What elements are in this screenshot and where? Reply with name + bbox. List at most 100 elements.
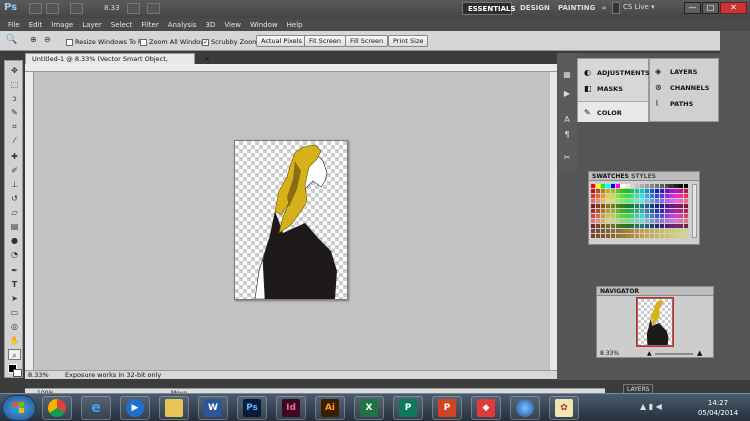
swatch[interactable]: [610, 199, 615, 204]
swatch[interactable]: [600, 214, 606, 219]
path-selection-tool-icon[interactable]: ➤: [8, 293, 21, 304]
maximize-button[interactable]: □: [702, 2, 719, 14]
swatch[interactable]: [600, 189, 606, 194]
swatch[interactable]: [620, 224, 625, 229]
swatch[interactable]: [649, 199, 655, 204]
swatch[interactable]: [644, 219, 650, 224]
swatch[interactable]: [674, 209, 679, 214]
swatch[interactable]: [630, 224, 635, 229]
scrubby-zoom-checkbox[interactable]: ✓ Scrubby Zoom: [202, 38, 258, 46]
swatch[interactable]: [659, 234, 664, 239]
swatch[interactable]: [669, 224, 674, 229]
swatch[interactable]: [615, 229, 620, 234]
swatch[interactable]: [654, 234, 659, 239]
swatch[interactable]: [610, 209, 615, 214]
swatch[interactable]: [669, 194, 674, 199]
taskbar-word[interactable]: W: [198, 396, 228, 420]
swatch[interactable]: [679, 229, 684, 234]
swatch[interactable]: [630, 209, 635, 214]
horizontal-ruler[interactable]: [25, 64, 557, 72]
swatch[interactable]: [635, 224, 640, 229]
swatch[interactable]: [605, 214, 610, 219]
swatch[interactable]: [649, 229, 655, 234]
swatch[interactable]: [625, 199, 630, 204]
swatch[interactable]: [630, 204, 635, 209]
swatch[interactable]: [630, 234, 635, 239]
swatch[interactable]: [595, 214, 601, 219]
swatch[interactable]: [595, 219, 601, 224]
healing-brush-tool-icon[interactable]: ✚: [8, 151, 21, 162]
arrange-documents-button[interactable]: [127, 3, 140, 14]
swatch[interactable]: [654, 209, 659, 214]
more-workspaces-icon[interactable]: »: [597, 2, 612, 15]
styles-tab[interactable]: STYLES: [631, 173, 656, 180]
swatch[interactable]: [625, 184, 630, 189]
swatch[interactable]: [640, 219, 645, 224]
swatch[interactable]: [669, 209, 674, 214]
swatch[interactable]: [649, 209, 655, 214]
swatch[interactable]: [684, 199, 689, 204]
taskbar-excel[interactable]: X: [354, 396, 384, 420]
swatch[interactable]: [591, 234, 596, 239]
history-panel-icon[interactable]: ▦: [560, 70, 574, 82]
swatch[interactable]: [659, 189, 664, 194]
print-size-button[interactable]: Print Size: [388, 35, 429, 47]
swatch[interactable]: [674, 234, 679, 239]
swatch[interactable]: [610, 194, 615, 199]
swatch[interactable]: [644, 209, 650, 214]
swatch[interactable]: [664, 189, 669, 194]
swatch[interactable]: [620, 184, 625, 189]
volume-icon[interactable]: ◀: [656, 402, 662, 411]
swatch[interactable]: [615, 209, 620, 214]
channels-tab[interactable]: CHANNELS: [670, 84, 709, 92]
taskbar-paint[interactable]: ✿: [549, 396, 579, 420]
swatch[interactable]: [644, 199, 650, 204]
swatch[interactable]: [679, 189, 684, 194]
swatch[interactable]: [630, 194, 635, 199]
swatch[interactable]: [635, 219, 640, 224]
swatch[interactable]: [654, 184, 659, 189]
swatch[interactable]: [679, 219, 684, 224]
swatch[interactable]: [635, 184, 640, 189]
navigator-tab[interactable]: NAVIGATOR: [600, 288, 639, 295]
swatch[interactable]: [659, 214, 664, 219]
background-color-swatch[interactable]: [13, 369, 22, 377]
swatch[interactable]: [605, 184, 610, 189]
3d-rotate-tool-icon[interactable]: ◎: [8, 321, 21, 332]
swatch[interactable]: [591, 224, 596, 229]
swatch[interactable]: [610, 204, 615, 209]
fill-screen-button[interactable]: Fill Screen: [345, 35, 389, 47]
swatch[interactable]: [591, 209, 596, 214]
swatch[interactable]: [600, 219, 606, 224]
swatch[interactable]: [664, 204, 669, 209]
document-tab[interactable]: Untitled-1 @ 8.33% (Vector Smart Object,…: [25, 53, 210, 73]
swatch[interactable]: [654, 194, 659, 199]
menu-view[interactable]: View: [224, 21, 241, 29]
swatch[interactable]: [684, 204, 689, 209]
swatch[interactable]: [659, 204, 664, 209]
swatch[interactable]: [615, 189, 620, 194]
taskbar-publisher[interactable]: P: [393, 396, 423, 420]
pen-tool-icon[interactable]: ✒: [8, 265, 21, 276]
taskbar-photoshop[interactable]: Ps: [237, 396, 267, 420]
swatch[interactable]: [644, 234, 650, 239]
swatch[interactable]: [644, 214, 650, 219]
swatch[interactable]: [610, 234, 615, 239]
tools-presets-icon[interactable]: ✂: [560, 153, 574, 165]
swatch[interactable]: [595, 234, 601, 239]
dodge-tool-icon[interactable]: ◔: [8, 249, 21, 260]
swatch[interactable]: [669, 234, 674, 239]
swatch[interactable]: [649, 214, 655, 219]
swatch[interactable]: [625, 229, 630, 234]
swatch[interactable]: [605, 189, 610, 194]
swatch[interactable]: [679, 209, 684, 214]
swatch[interactable]: [654, 204, 659, 209]
swatch[interactable]: [674, 204, 679, 209]
swatch[interactable]: [644, 189, 650, 194]
swatch[interactable]: [684, 229, 689, 234]
swatch[interactable]: [591, 214, 596, 219]
swatch[interactable]: [684, 219, 689, 224]
swatch[interactable]: [620, 214, 625, 219]
taskbar-internet-explorer[interactable]: e: [81, 396, 111, 420]
swatch[interactable]: [659, 224, 664, 229]
